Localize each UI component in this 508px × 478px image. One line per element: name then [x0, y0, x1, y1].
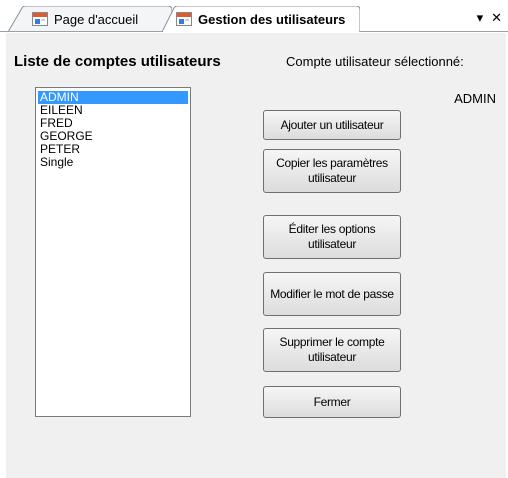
copy-settings-button[interactable]: Copier les paramètres utilisateur [263, 149, 401, 193]
app-window-icon [32, 12, 48, 26]
edit-options-button[interactable]: Éditer les options utilisateur [263, 215, 401, 259]
list-title: Liste de comptes utilisateurs [14, 53, 221, 70]
tab-strip: Page d'accueil Gestion des utilisateurs … [0, 0, 508, 33]
list-item[interactable]: Single [38, 156, 188, 169]
close-button[interactable]: Fermer [263, 386, 401, 418]
selected-account-value: ADMIN [454, 91, 496, 106]
accounts-listbox[interactable]: ADMIN EILEEN FRED GEORGE PETER Single [35, 87, 191, 417]
close-icon[interactable]: ✕ [491, 10, 502, 26]
delete-account-button[interactable]: Supprimer le compte utilisateur [263, 328, 401, 372]
tab-page-accueil[interactable]: Page d'accueil [8, 6, 172, 32]
chevron-down-icon[interactable]: ▾ [477, 10, 484, 26]
tab-label: Page d'accueil [54, 11, 139, 27]
add-user-button[interactable]: Ajouter un utilisateur [263, 110, 401, 140]
app-window-icon [176, 12, 192, 26]
tab-gestion-utilisateurs[interactable]: Gestion des utilisateurs [162, 6, 360, 32]
change-password-button[interactable]: Modifier le mot de passe [263, 272, 401, 316]
window-controls: ▾ ✕ [477, 8, 502, 28]
tab-label: Gestion des utilisateurs [198, 11, 346, 27]
user-management-panel: Liste de comptes utilisateurs Compte uti… [6, 33, 506, 478]
selected-account-title: Compte utilisateur sélectionné: [286, 54, 464, 69]
